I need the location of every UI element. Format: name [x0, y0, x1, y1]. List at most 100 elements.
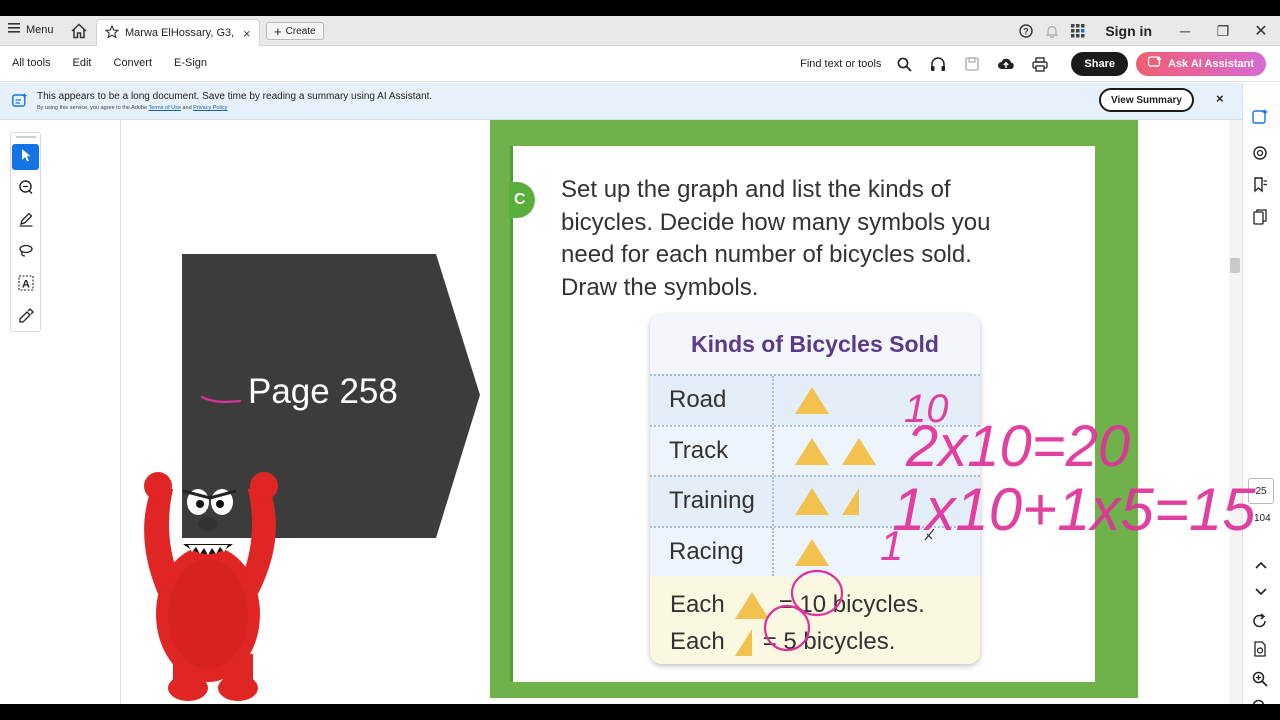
zoom-out-icon[interactable]: [1252, 699, 1268, 704]
privacy-policy-link[interactable]: Privacy Policy: [193, 105, 227, 111]
menu-edit[interactable]: Edit: [73, 57, 92, 69]
full-triangle-icon: [734, 591, 769, 619]
quick-tools-palette: A: [10, 132, 41, 332]
read-aloud-icon[interactable]: [921, 56, 955, 72]
question-line: Set up the graph and list the kinds of: [561, 176, 951, 203]
half-triangle-symbol: [842, 488, 859, 516]
key-half-line: Each = 5 bicycles.: [670, 623, 980, 660]
total-pages: 104: [1254, 513, 1271, 524]
tab-document[interactable]: Marwa ElHossary, G3, V... ×: [96, 19, 260, 46]
symbol-cell: [774, 536, 831, 568]
full-triangle-symbol: [842, 437, 876, 465]
page-label: Page 258: [248, 372, 398, 411]
ai-assistant-button[interactable]: Ask AI Assistant: [1136, 52, 1266, 76]
key-word: Each: [670, 590, 725, 618]
question-line: Draw the symbols.: [561, 273, 759, 301]
view-summary-button[interactable]: View Summary: [1099, 88, 1194, 112]
plus-icon: +: [274, 23, 282, 39]
sign-in-link[interactable]: Sign in: [1105, 23, 1152, 39]
find-label[interactable]: Find text or tools: [800, 58, 881, 70]
banner-legal-and: and: [182, 105, 192, 111]
close-banner-icon[interactable]: ×: [1216, 91, 1224, 106]
full-triangle-symbol: [795, 488, 829, 516]
comment-icon: [18, 179, 34, 200]
pages-panel-icon[interactable]: [1252, 209, 1268, 230]
restore-icon[interactable]: ❐: [1204, 23, 1242, 40]
pictograph-row: Racing: [650, 525, 980, 576]
ai-label: Ask AI Assistant: [1168, 58, 1254, 70]
scrollbar-thumb[interactable]: [1230, 258, 1240, 273]
export-pdf-icon[interactable]: [1252, 641, 1268, 662]
terms-of-use-link[interactable]: Terms of Use: [149, 105, 181, 111]
pictograph-row: Track: [650, 424, 980, 475]
text-box-icon: A: [17, 274, 34, 296]
full-triangle-symbol: [795, 437, 829, 465]
category-label: Track: [650, 426, 774, 475]
home-icon[interactable]: [70, 22, 88, 40]
menu-all-tools[interactable]: All tools: [12, 57, 51, 69]
sign-tool[interactable]: [12, 304, 39, 330]
create-label: Create: [285, 25, 316, 37]
comment-tool[interactable]: [12, 176, 39, 202]
banner-message: This appears to be a long document. Save…: [37, 91, 433, 102]
menu-esign[interactable]: E-Sign: [174, 57, 207, 69]
vertical-scrollbar[interactable]: [1229, 120, 1242, 704]
key-full-value: = 10 bicycles.: [778, 590, 925, 618]
page-down-icon[interactable]: [1255, 584, 1267, 602]
lasso-icon: [18, 243, 34, 264]
bell-icon[interactable]: [1039, 24, 1065, 38]
key-half-value: = 5 bicycles.: [762, 627, 896, 655]
minimize-icon[interactable]: ─: [1166, 23, 1204, 39]
pictograph-title: Kinds of Bicycles Sold: [650, 314, 980, 374]
share-button[interactable]: Share: [1071, 52, 1128, 76]
svg-text:A: A: [22, 278, 30, 290]
bookmarks-panel-icon[interactable]: [1252, 177, 1268, 198]
category-label: Training: [650, 477, 774, 526]
create-button[interactable]: + Create: [266, 22, 324, 40]
draw-tool[interactable]: [12, 240, 39, 266]
highlight-tool[interactable]: [12, 208, 39, 234]
key-full-line: Each = 10 bicycles.: [670, 586, 980, 623]
symbol-cell: [774, 384, 831, 416]
apps-grid-icon[interactable]: [1065, 24, 1091, 38]
pictograph-key: Each = 10 bicycles. Each = 5 bicycles.: [650, 576, 980, 664]
ai-summary-banner: This appears to be a long document. Save…: [0, 83, 1242, 120]
hamburger-icon: [8, 23, 20, 36]
pictograph-rows: Road Track Training Racing: [650, 374, 980, 576]
current-page-input[interactable]: 25: [1248, 478, 1274, 504]
search-icon[interactable]: [887, 57, 921, 72]
question-badge: C: [509, 182, 535, 218]
category-label: Road: [650, 376, 774, 425]
menu-button[interactable]: Menu: [8, 23, 54, 36]
comments-panel-icon[interactable]: [1252, 145, 1268, 166]
close-window-icon[interactable]: ✕: [1242, 21, 1280, 41]
menu-convert[interactable]: Convert: [114, 57, 153, 69]
pen-icon: [18, 211, 34, 232]
palette-grip[interactable]: [15, 136, 36, 138]
text-tool[interactable]: A: [12, 272, 39, 298]
cursor-icon: [19, 148, 33, 167]
save-icon[interactable]: [955, 57, 989, 71]
question-line: bicycles. Decide how many symbols you: [561, 208, 991, 236]
category-label: Racing: [650, 527, 774, 576]
cloud-upload-icon[interactable]: [989, 57, 1023, 71]
close-tab-icon[interactable]: ×: [243, 26, 251, 41]
svg-text:?: ?: [1024, 27, 1030, 37]
menu-label: Menu: [26, 23, 54, 36]
zoom-in-icon[interactable]: [1252, 671, 1268, 692]
star-icon[interactable]: [104, 24, 120, 42]
toolbar-right: Find text or tools Share Ask AI Assistan…: [800, 51, 1266, 77]
textbook-page: C Set up the graph and list the kinds of…: [490, 120, 1138, 698]
help-icon[interactable]: ?: [1013, 24, 1039, 38]
page-up-icon[interactable]: [1255, 557, 1267, 575]
right-rail: [1242, 83, 1280, 704]
rotate-icon[interactable]: [1252, 613, 1268, 634]
ai-summary-panel-icon[interactable]: [1252, 109, 1268, 130]
print-icon[interactable]: [1023, 56, 1057, 72]
pictograph-row: Training: [650, 475, 980, 526]
main-toolbar: All tools Edit Convert E-Sign Find text …: [0, 46, 1280, 82]
key-word: Each: [670, 627, 725, 655]
pictograph-row: Road: [650, 374, 980, 425]
select-tool[interactable]: [12, 144, 39, 170]
acrobat-window: Menu Marwa ElHossary, G3, V... × + Creat…: [0, 16, 1280, 704]
